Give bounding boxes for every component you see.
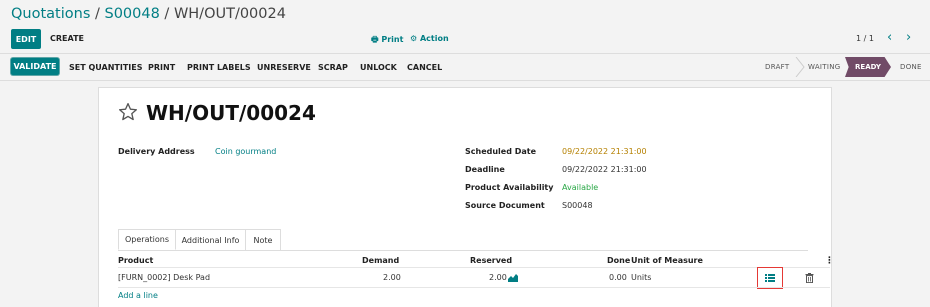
unreserve-button[interactable]: UNRESERVE — [257, 63, 311, 72]
breadcrumb-order-link[interactable]: S00048 — [104, 6, 159, 22]
tab-note[interactable]: Note — [246, 229, 281, 250]
delivery-address-link[interactable]: Coin gourmand — [215, 147, 276, 156]
print-icon: 🖶 — [371, 35, 379, 44]
column-done[interactable]: Done — [607, 256, 630, 265]
status-separator-icon — [795, 57, 805, 77]
forecast-chart-icon[interactable] — [508, 273, 518, 282]
detailed-operations-button[interactable] — [757, 267, 783, 289]
breadcrumb: Quotations / S00048 / WH/OUT/00024 — [11, 6, 286, 22]
scheduled-date-label: Scheduled Date — [465, 147, 537, 156]
row-reserved: 2.00 — [489, 273, 507, 282]
add-line-link[interactable]: Add a line — [118, 291, 158, 300]
breadcrumb-separator: / — [159, 6, 174, 22]
status-done[interactable]: DONE — [900, 63, 922, 71]
availability-value: Available — [562, 183, 599, 192]
delivery-address-label: Delivery Address — [118, 147, 195, 156]
deadline-label: Deadline — [465, 165, 505, 174]
trash-icon[interactable] — [805, 273, 814, 283]
table-header-divider — [118, 267, 830, 268]
cancel-button[interactable]: CANCEL — [407, 63, 442, 72]
column-product[interactable]: Product — [118, 256, 153, 265]
validate-button[interactable]: VALIDATE — [11, 58, 59, 75]
set-quantities-button[interactable]: SET QUANTITIES — [69, 63, 143, 72]
row-product[interactable]: [FURN_0002] Desk Pad — [118, 273, 210, 282]
action-dropdown-label: Action — [419, 34, 449, 43]
column-demand[interactable]: Demand — [362, 256, 399, 265]
list-icon — [765, 274, 775, 282]
table-row-divider — [118, 287, 830, 288]
scrap-button[interactable]: SCRAP — [318, 63, 348, 72]
divider — [0, 53, 930, 54]
print-button[interactable]: PRINT — [148, 63, 175, 72]
edit-button[interactable]: EDIT — [11, 29, 41, 49]
source-document-value: S00048 — [562, 201, 593, 210]
breadcrumb-separator: / — [90, 6, 105, 22]
action-dropdown[interactable]: ⚙ Action — [410, 34, 449, 43]
record-title: WH/OUT/00024 — [146, 101, 316, 125]
deadline-value: 09/22/2022 21:31:00 — [562, 165, 647, 174]
star-icon[interactable] — [118, 102, 138, 122]
tab-divider — [118, 250, 808, 251]
create-button[interactable]: CREATE — [50, 34, 84, 43]
tab-operations[interactable]: Operations — [118, 229, 176, 250]
gear-icon: ⚙ — [410, 34, 418, 43]
row-done[interactable]: 0.00 — [609, 273, 627, 282]
breadcrumb-current: WH/OUT/00024 — [173, 6, 286, 22]
row-uom: Units — [631, 273, 652, 282]
source-document-label: Source Document — [465, 201, 545, 210]
chevron-right-icon[interactable]: › — [906, 31, 911, 44]
availability-label: Product Availability — [465, 183, 554, 192]
column-reserved[interactable]: Reserved — [470, 256, 512, 265]
print-labels-button[interactable]: PRINT LABELS — [187, 63, 251, 72]
column-unit-of-measure[interactable]: Unit of Measure — [631, 256, 703, 265]
pager-value[interactable]: 1 / 1 — [856, 34, 874, 43]
status-ready[interactable]: READY — [845, 57, 891, 77]
unlock-button[interactable]: UNLOCK — [360, 63, 397, 72]
chevron-left-icon[interactable]: ‹ — [887, 31, 892, 44]
divider — [0, 80, 930, 81]
tab-additional-info[interactable]: Additional Info — [176, 229, 246, 250]
print-dropdown-label: Print — [381, 35, 404, 44]
breadcrumb-quotations-link[interactable]: Quotations — [11, 6, 90, 22]
row-demand[interactable]: 2.00 — [383, 273, 401, 282]
status-waiting[interactable]: WAITING — [808, 63, 841, 71]
scheduled-date-value[interactable]: 09/22/2022 21:31:00 — [562, 147, 647, 156]
column-options-icon[interactable]: ⋮ — [825, 256, 834, 266]
print-dropdown[interactable]: 🖶 Print — [371, 34, 403, 48]
status-draft[interactable]: DRAFT — [765, 63, 789, 71]
